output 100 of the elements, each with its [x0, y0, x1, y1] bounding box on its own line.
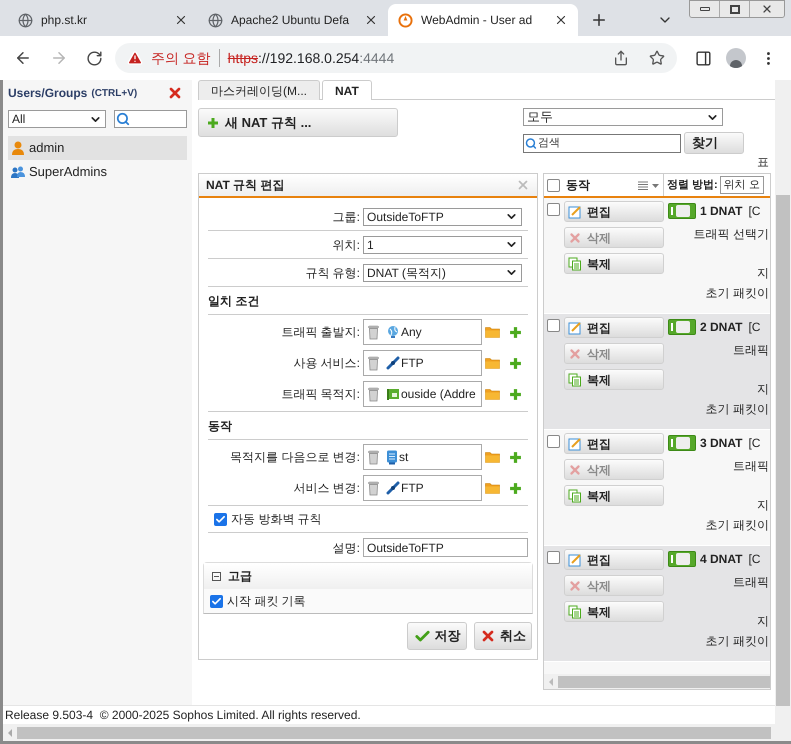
advanced-header[interactable]: 고급	[204, 563, 532, 589]
search-field[interactable]	[114, 110, 187, 128]
value-select[interactable]: DNAT (목적지)	[363, 264, 522, 282]
browser-tab[interactable]: Apache2 Ubuntu Defa	[198, 4, 388, 36]
browser-tab[interactable]: WebAdmin - User ad	[388, 4, 578, 36]
trash-icon[interactable]	[368, 356, 379, 370]
checkbox-label: 자동 방화벽 규칙	[231, 511, 322, 528]
side-panel-icon[interactable]	[695, 50, 712, 66]
checkbox[interactable]	[210, 594, 223, 608]
value-select[interactable]: 1	[363, 236, 522, 254]
trash-icon[interactable]	[368, 480, 379, 496]
description-field[interactable]: OutsideToFTP	[363, 538, 528, 557]
sort-select[interactable]: 위치 오	[720, 176, 764, 194]
browser-tab[interactable]: php.st.kr	[8, 4, 198, 36]
edit-button[interactable]: 편집	[564, 433, 664, 454]
wrench-icon	[386, 481, 400, 495]
find-button[interactable]: 찾기	[684, 132, 744, 154]
toggle-switch[interactable]	[668, 435, 696, 451]
tab[interactable]: NAT	[322, 80, 372, 100]
rule-detail: 지	[757, 382, 770, 397]
rule-title: 4 DNAT	[700, 552, 742, 566]
horizontal-scrollbar[interactable]	[544, 674, 770, 689]
new-tab-icon[interactable]	[590, 11, 608, 29]
object-field[interactable]: Any	[363, 319, 482, 345]
address-field[interactable]: 주의 요함 https://192.168.0.254:4444	[114, 43, 678, 73]
toggle-switch[interactable]	[668, 203, 696, 219]
copyright-text: Release 9.503-4 © 2000-2025 Sophos Limited. All rights reserved.	[5, 707, 361, 724]
plus-icon[interactable]	[509, 356, 522, 370]
clone-button[interactable]: 복제	[564, 485, 664, 506]
url-text: https://192.168.0.254:4444	[228, 48, 394, 68]
edit-button[interactable]: 편집	[564, 201, 664, 222]
plus-icon[interactable]	[207, 116, 219, 128]
list-menu-icon[interactable]	[638, 180, 660, 190]
share-icon[interactable]	[613, 50, 630, 66]
plus-icon[interactable]	[509, 482, 522, 494]
plus-icon[interactable]	[509, 388, 522, 400]
toggle-switch[interactable]	[668, 319, 696, 335]
edit-icon	[568, 436, 582, 450]
object-field[interactable]: FTP	[363, 475, 482, 501]
plus-icon[interactable]	[509, 326, 522, 338]
trash-icon[interactable]	[368, 324, 379, 340]
sort-label: 정렬 방법:	[667, 178, 718, 193]
value-select[interactable]: OutsideToFTP	[363, 208, 522, 226]
folder-icon[interactable]	[485, 326, 500, 338]
star-icon[interactable]	[649, 50, 666, 66]
search-input[interactable]: 검색	[538, 134, 679, 152]
object-field[interactable]: FTP	[363, 350, 482, 376]
rule-title: 2 DNAT	[700, 320, 742, 334]
toggle-switch[interactable]	[668, 551, 696, 567]
section-title: 고급	[228, 568, 252, 585]
rule-title: 1 DNAT	[700, 204, 742, 218]
sidebar-title: Users/Groups	[8, 85, 88, 102]
object-field[interactable]: ouside (Addre	[363, 381, 482, 407]
close-icon[interactable]	[364, 13, 378, 27]
clone-button[interactable]: 복제	[564, 253, 664, 274]
checkbox-label: 시작 패킷 기록	[227, 593, 306, 610]
globe-icon	[208, 12, 223, 28]
profile-icon[interactable]	[726, 48, 746, 68]
row-checkbox[interactable]	[547, 319, 560, 332]
back-icon[interactable]	[14, 49, 32, 67]
row-checkbox[interactable]	[547, 435, 560, 448]
filter-select[interactable]: 모두	[523, 108, 723, 126]
object-field[interactable]: st	[363, 444, 482, 470]
select-all-checkbox[interactable]	[547, 178, 560, 192]
rule-detail: 초기 패킷이	[706, 402, 770, 417]
cancel-button[interactable]: 취소	[474, 622, 532, 650]
clone-button[interactable]: 복제	[564, 601, 664, 622]
sidebar-item[interactable]: admin	[8, 136, 187, 160]
horizontal-scrollbar[interactable]	[0, 724, 791, 744]
folder-icon[interactable]	[485, 482, 500, 494]
row-checkbox[interactable]	[547, 203, 560, 216]
checkbox[interactable]	[214, 512, 227, 526]
folder-icon[interactable]	[485, 357, 500, 369]
rule-detail: 트래픽	[733, 575, 770, 590]
rule-detail: 초기 패킷이	[706, 634, 770, 649]
edit-button[interactable]: 편집	[564, 317, 664, 338]
close-icon[interactable]	[174, 13, 188, 27]
vertical-scrollbar[interactable]	[775, 80, 791, 724]
folder-icon[interactable]	[485, 388, 500, 400]
shortcut-hint: (CTRL+V)	[91, 86, 138, 100]
rule-detail: 트래픽	[733, 343, 770, 358]
folder-icon[interactable]	[485, 451, 500, 463]
search-field[interactable]: 검색	[523, 134, 681, 152]
reload-icon[interactable]	[86, 50, 103, 66]
network-card-icon	[386, 387, 400, 401]
new-rule-button[interactable]: 새 NAT 규칙 ...	[198, 108, 398, 137]
save-button[interactable]: 저장	[407, 622, 467, 650]
close-icon[interactable]	[554, 13, 568, 27]
field-label: 위치:	[332, 236, 360, 254]
collapse-icon	[212, 572, 221, 580]
tab[interactable]: 마스커레이딩(M...	[198, 80, 320, 100]
trash-icon[interactable]	[368, 450, 379, 464]
field-label: 사용 서비스:	[292, 355, 360, 372]
edit-button[interactable]: 편집	[564, 549, 664, 570]
sidebar-item[interactable]: SuperAdmins	[8, 160, 187, 184]
clone-button[interactable]: 복제	[564, 369, 664, 390]
plus-icon[interactable]	[509, 450, 522, 464]
filter-select[interactable]: All	[8, 110, 106, 128]
trash-icon[interactable]	[368, 386, 379, 402]
row-checkbox[interactable]	[547, 551, 560, 564]
